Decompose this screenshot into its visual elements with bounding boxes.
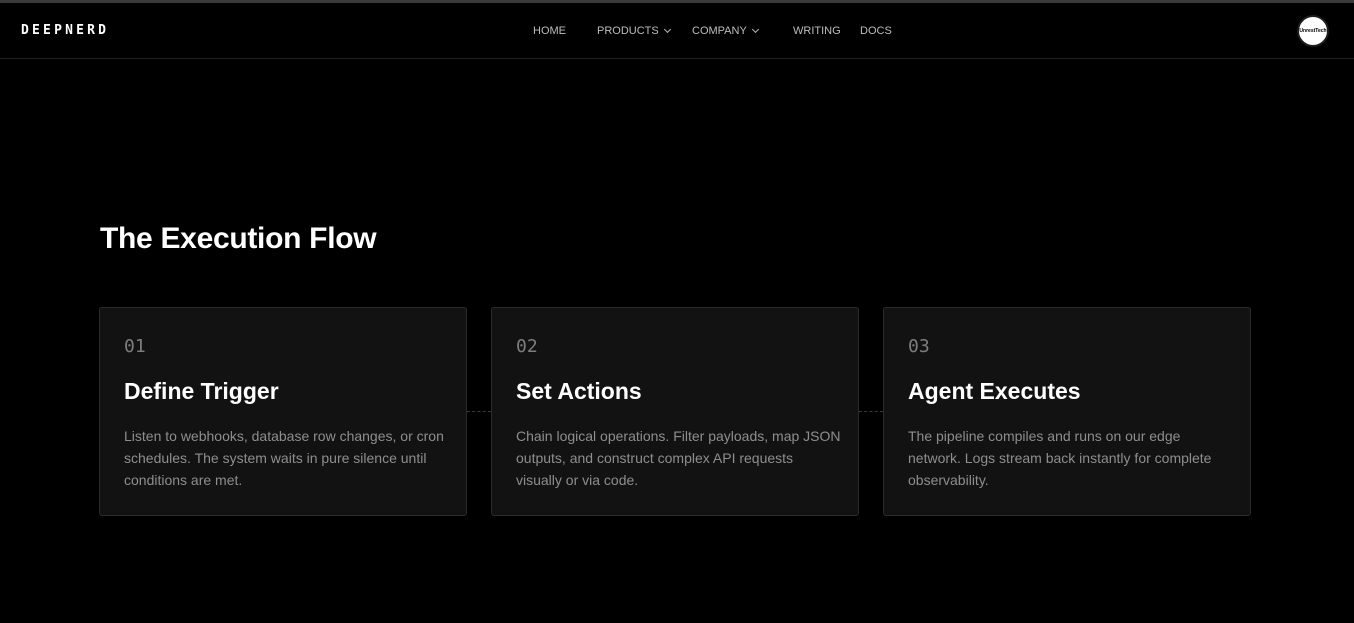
step-number: 01 bbox=[124, 336, 146, 357]
nav-home-label: HOME bbox=[533, 25, 566, 37]
step-description: Listen to webhooks, database row changes… bbox=[124, 428, 444, 488]
step-description: Chain logical operations. Filter payload… bbox=[516, 428, 841, 488]
step-number: 02 bbox=[516, 336, 538, 357]
nav-docs-label: DOCS bbox=[860, 25, 892, 37]
step-connector bbox=[467, 411, 491, 412]
avatar[interactable]: UnrestTech bbox=[1297, 15, 1329, 47]
nav-writing-label: WRITING bbox=[793, 25, 841, 37]
nav-products-label: PRODUCTS bbox=[597, 25, 659, 37]
chevron-down-icon bbox=[663, 25, 671, 34]
step-title: Agent Executes bbox=[908, 378, 1081, 404]
step-number: 03 bbox=[908, 336, 930, 357]
section-title: The Execution Flow bbox=[100, 222, 377, 255]
step-description: The pipeline compiles and runs on our ed… bbox=[908, 428, 1212, 488]
site-header: DEEPNERD HOME PRODUCTS COMPANY WRITING D… bbox=[0, 3, 1354, 59]
main-nav: HOME PRODUCTS COMPANY WRITING DOCS bbox=[0, 3, 1354, 59]
avatar-text: UnrestTech bbox=[1299, 28, 1327, 34]
step-title: Define Trigger bbox=[124, 378, 279, 404]
nav-home[interactable]: HOME bbox=[533, 25, 566, 37]
nav-writing[interactable]: WRITING bbox=[793, 25, 841, 37]
nav-company-label: COMPANY bbox=[692, 25, 747, 37]
nav-docs[interactable]: DOCS bbox=[860, 25, 892, 37]
step-connector bbox=[859, 411, 883, 412]
step-card: 02 Set Actions Chain logical operations.… bbox=[491, 307, 859, 516]
step-title: Set Actions bbox=[516, 378, 642, 404]
nav-products[interactable]: PRODUCTS bbox=[597, 25, 671, 37]
step-card: 01 Define Trigger Listen to webhooks, da… bbox=[99, 307, 467, 516]
step-card: 03 Agent Executes The pipeline compiles … bbox=[883, 307, 1251, 516]
nav-company[interactable]: COMPANY bbox=[692, 25, 759, 37]
chevron-down-icon bbox=[751, 25, 759, 34]
